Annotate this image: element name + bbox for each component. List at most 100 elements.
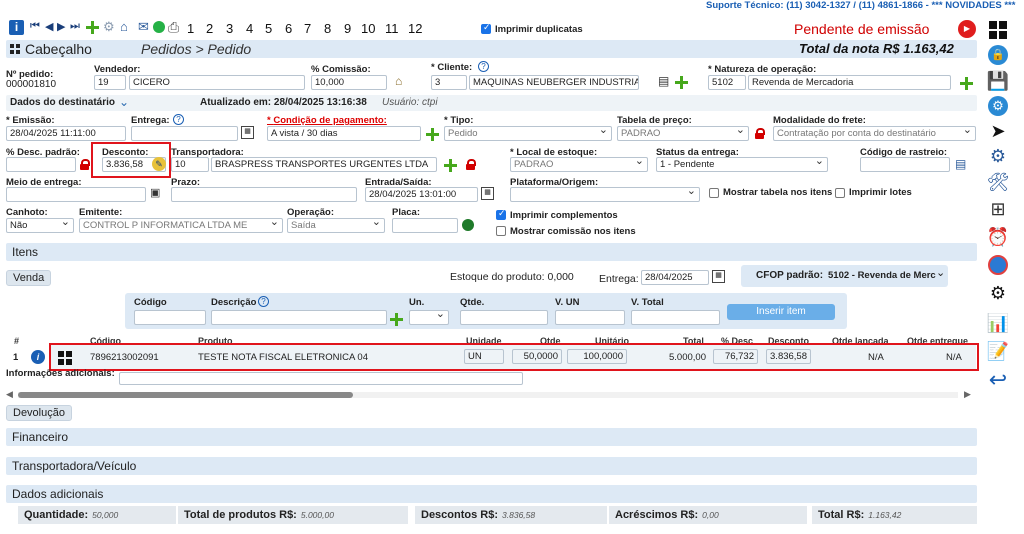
- entrada-input[interactable]: 28/04/2025 13:01:00: [365, 187, 478, 202]
- canhoto-select[interactable]: Não: [6, 218, 74, 233]
- page-12-button[interactable]: 12: [408, 21, 422, 36]
- add-condicao-icon[interactable]: [426, 128, 439, 141]
- page-5-button[interactable]: 5: [265, 21, 272, 36]
- calendar-icon[interactable]: ▦: [241, 126, 254, 139]
- send-icon[interactable]: ➤: [986, 119, 1010, 143]
- mostrar-comissao-checkbox[interactable]: [496, 226, 506, 236]
- user-computer-icon[interactable]: ⌂: [120, 19, 128, 34]
- financeiro-section[interactable]: Financeiro: [6, 428, 977, 446]
- vendedor-code-input[interactable]: 19: [94, 75, 126, 90]
- schedule-icon[interactable]: ⏰: [986, 225, 1010, 249]
- emitente-select[interactable]: CONTROL P INFORMATICA LTDA ME: [79, 218, 283, 233]
- network-icon[interactable]: ⊞: [986, 197, 1010, 221]
- youtube-icon[interactable]: ▶: [958, 20, 976, 38]
- scroll-right-icon[interactable]: ▶: [964, 389, 971, 400]
- tipo-select[interactable]: Pedido: [444, 126, 612, 141]
- scroll-left-icon[interactable]: ◀: [6, 389, 13, 400]
- condicao-input[interactable]: A vista / 30 dias: [267, 126, 421, 141]
- inserir-item-button[interactable]: Inserir item: [727, 304, 835, 320]
- meio-input[interactable]: [6, 187, 146, 202]
- imprimir-lotes-checkbox[interactable]: [835, 188, 845, 198]
- page-9-button[interactable]: 9: [344, 21, 351, 36]
- desc-padrao-input[interactable]: [6, 157, 76, 172]
- local-select[interactable]: PADRAO: [510, 157, 648, 172]
- itens-entrega-input[interactable]: 28/04/2025: [641, 270, 709, 285]
- status-entrega-select[interactable]: 1 - Pendente: [656, 157, 828, 172]
- lock-icon[interactable]: 🔒: [986, 43, 1010, 67]
- expand-icon[interactable]: ⌄: [119, 95, 129, 109]
- page-1-button[interactable]: 1: [187, 21, 194, 36]
- notes-icon[interactable]: 📝: [986, 339, 1010, 363]
- item-info-icon[interactable]: i: [31, 350, 45, 364]
- itens-section-header[interactable]: Itens: [6, 243, 977, 261]
- cliente-name-input[interactable]: MAQUINAS NEUBERGER INDUSTRIA E: [469, 75, 639, 90]
- support-text[interactable]: Suporte Técnico: (11) 3042-1327 / (11) 4…: [706, 0, 1015, 11]
- presentation-icon[interactable]: 📊: [986, 311, 1010, 335]
- client-card-icon[interactable]: ▤: [658, 74, 669, 88]
- entrega-help-icon[interactable]: ?: [173, 114, 184, 125]
- plataforma-select[interactable]: [510, 187, 700, 202]
- add-natureza-icon[interactable]: [960, 77, 973, 90]
- transportadora-name-input[interactable]: BRASPRESS TRANSPORTES URGENTES LTDA: [211, 157, 437, 172]
- tools-icon[interactable]: 🛠: [986, 170, 1010, 194]
- last-record-icon[interactable]: ⏭: [70, 20, 80, 33]
- frete-select[interactable]: Contratação por conta do destinatário: [773, 126, 976, 141]
- emissao-input[interactable]: 28/04/2025 11:11:00: [6, 126, 126, 141]
- info-icon[interactable]: i: [9, 20, 24, 35]
- tracking-icon[interactable]: ▤: [955, 157, 966, 171]
- transportadora-code-input[interactable]: 10: [171, 157, 209, 172]
- descricao-help-icon[interactable]: ?: [258, 296, 269, 307]
- add-vtotal-input[interactable]: [631, 310, 720, 325]
- cliente-code-input[interactable]: 3: [431, 75, 467, 90]
- add-client-icon[interactable]: [675, 76, 688, 89]
- add-vun-input[interactable]: [555, 310, 625, 325]
- tools-icon[interactable]: ⚙: [103, 19, 115, 35]
- page-10-button[interactable]: 10: [361, 21, 375, 36]
- settings-icon[interactable]: ⚙: [986, 94, 1010, 118]
- entrega-input[interactable]: [131, 126, 238, 141]
- add-codigo-input[interactable]: [134, 310, 206, 325]
- save-icon[interactable]: 💾: [986, 69, 1010, 93]
- info-adicionais-input[interactable]: [119, 372, 523, 385]
- vendedor-name-input[interactable]: CICERO: [129, 75, 305, 90]
- condicao-label[interactable]: Condição de pagamento:: [267, 115, 386, 126]
- itens-calendar-icon[interactable]: ▦: [712, 270, 725, 283]
- help-icon[interactable]: ?: [478, 61, 489, 72]
- entrada-calendar-icon[interactable]: ▦: [481, 187, 494, 200]
- page-2-button[interactable]: 2: [206, 21, 213, 36]
- page-3-button[interactable]: 3: [226, 21, 233, 36]
- add-qtde-input[interactable]: [460, 310, 548, 325]
- commission-icon[interactable]: ⌂: [395, 74, 402, 88]
- tabela-select[interactable]: PADRAO: [617, 126, 749, 141]
- print-duplicates-checkbox[interactable]: [481, 22, 491, 34]
- devolucao-tab[interactable]: Devolução: [6, 405, 72, 421]
- previous-record-icon[interactable]: ◀: [45, 20, 53, 33]
- operacao-select[interactable]: Saída: [287, 218, 385, 233]
- dest-label[interactable]: Dados do destinatário: [10, 97, 115, 108]
- page-8-button[interactable]: 8: [324, 21, 331, 36]
- first-record-icon[interactable]: ⏮: [30, 20, 40, 33]
- scrollbar-thumb[interactable]: [18, 392, 353, 398]
- menu-grid-icon[interactable]: [986, 18, 1010, 42]
- transportadora-section[interactable]: Transportadora/Veículo: [6, 457, 977, 475]
- venda-tab[interactable]: Venda: [6, 270, 52, 286]
- print-icon[interactable]: ⎙: [168, 19, 179, 36]
- page-6-button[interactable]: 6: [285, 21, 292, 36]
- dispatch-icon[interactable]: ⚙: [986, 144, 1010, 168]
- natureza-code-input[interactable]: 5102: [708, 75, 746, 90]
- add-un-select[interactable]: [409, 310, 449, 325]
- comissao-input[interactable]: 10,000: [311, 75, 387, 90]
- page-11-button[interactable]: 11: [385, 21, 399, 36]
- rastreio-input[interactable]: [860, 157, 950, 172]
- prazo-input[interactable]: [171, 187, 357, 202]
- add-product-icon[interactable]: [390, 313, 403, 326]
- globe-icon[interactable]: [986, 253, 1010, 277]
- delivery-icon[interactable]: ▣: [150, 186, 160, 199]
- add-transportadora-icon[interactable]: [444, 159, 457, 172]
- back-icon[interactable]: ↩: [986, 367, 1010, 392]
- add-descricao-input[interactable]: [211, 310, 387, 325]
- imprimir-complementos-checkbox[interactable]: [496, 208, 506, 220]
- mostrar-tabela-checkbox[interactable]: [709, 188, 719, 198]
- page-4-button[interactable]: 4: [246, 21, 253, 36]
- next-record-icon[interactable]: ▶: [57, 20, 65, 33]
